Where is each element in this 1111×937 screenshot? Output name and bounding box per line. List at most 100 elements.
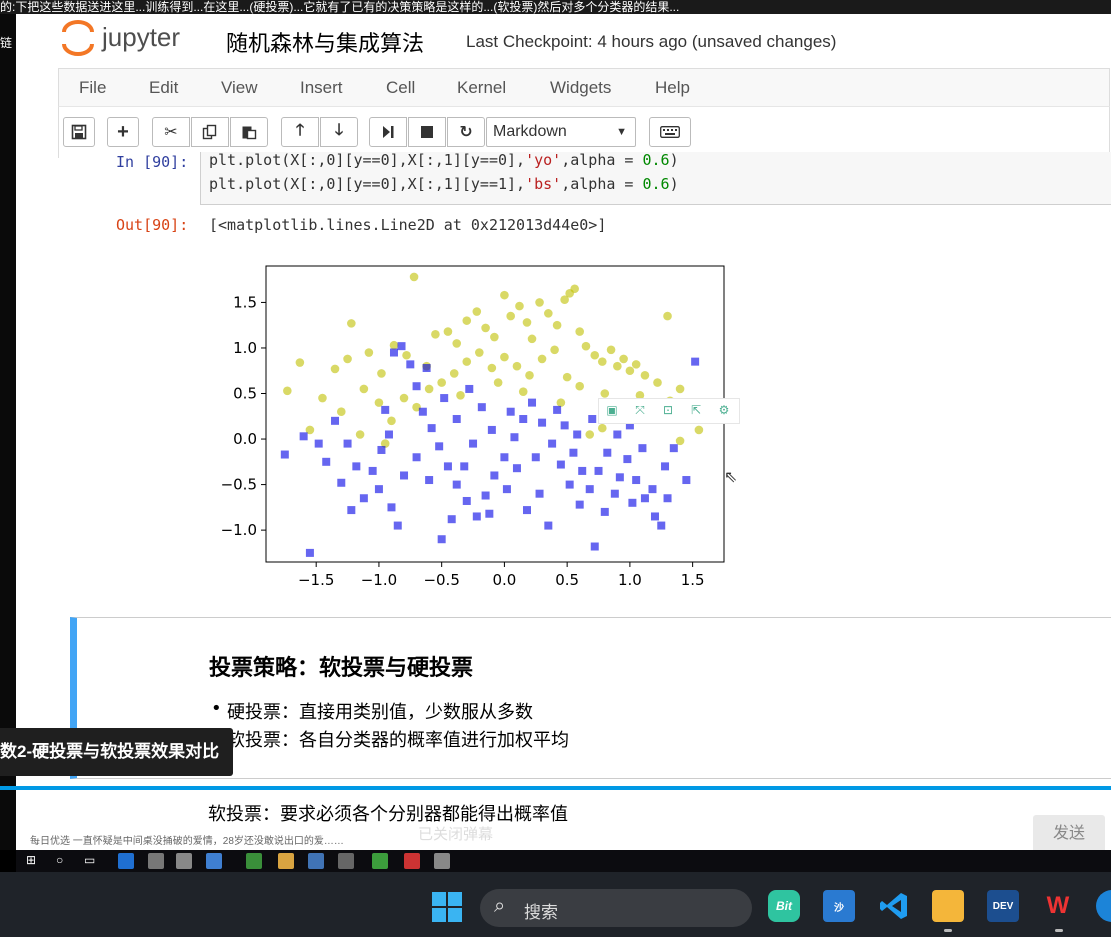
scatter-point-s0-71 bbox=[355, 430, 365, 439]
menu-kernel[interactable]: Kernel bbox=[457, 78, 506, 98]
windows-start-icon[interactable]: ⊞ bbox=[26, 853, 42, 869]
scatter-point-s1-81 bbox=[553, 405, 562, 414]
scatter-point-s1-20 bbox=[472, 512, 481, 521]
command-palette-button[interactable] bbox=[649, 117, 691, 147]
vscode-app-icon[interactable] bbox=[878, 890, 910, 922]
scatter-point-s0-19 bbox=[506, 311, 515, 321]
task-view-icon[interactable]: ▭ bbox=[84, 853, 100, 869]
menu-edit[interactable]: Edit bbox=[149, 78, 178, 98]
app-icon-4[interactable] bbox=[372, 853, 388, 869]
scatter-point-s1-28 bbox=[548, 439, 557, 448]
app-icon-1[interactable] bbox=[206, 853, 222, 869]
app-icon-3[interactable] bbox=[338, 853, 354, 869]
jupyter-logo[interactable]: jupyter bbox=[56, 18, 236, 58]
scatter-point-s0-28 bbox=[570, 284, 579, 294]
menu-help[interactable]: Help bbox=[655, 78, 690, 98]
run-button[interactable] bbox=[369, 117, 407, 147]
windows-start-icon[interactable] bbox=[432, 892, 462, 922]
save-icon[interactable]: ▣ bbox=[605, 403, 619, 417]
scatter-point-s1-41 bbox=[669, 444, 678, 453]
menu-file[interactable]: File bbox=[79, 78, 106, 98]
wps-app-icon[interactable]: W bbox=[1042, 890, 1074, 922]
input-prompt: In [90]: bbox=[116, 153, 189, 171]
scatter-point-s1-72 bbox=[381, 405, 390, 414]
scatter-point-s0-35 bbox=[619, 354, 628, 364]
send-button[interactable]: 发送 bbox=[1033, 815, 1105, 853]
shaolin-app-icon[interactable]: 沙 bbox=[823, 890, 855, 922]
os-taskbar: ⌕ 搜索 Bit 沙 DEV W bbox=[0, 872, 1111, 937]
bit-app-icon[interactable]: Bit bbox=[768, 890, 800, 922]
scatter-point-s0-24 bbox=[544, 309, 553, 318]
settings-icon[interactable]: ⚙ bbox=[717, 403, 731, 417]
app-icon-5[interactable] bbox=[404, 853, 420, 869]
scatter-point-s1-54 bbox=[487, 425, 496, 434]
screen: 链 的:下把这些数据送进这里...训练得到...在这里...(硬投票)...它就… bbox=[0, 0, 1111, 937]
app-icon-6[interactable] bbox=[434, 853, 450, 869]
menu-cell[interactable]: Cell bbox=[386, 78, 415, 98]
scatter-point-s1-51 bbox=[460, 462, 469, 471]
paste-icon bbox=[242, 126, 257, 140]
code-line-1: plt.plot(X[:,0][y==0],X[:,1][y==0],'yo',… bbox=[209, 151, 679, 169]
screenshot-icon[interactable]: ⊡ bbox=[661, 403, 675, 417]
taskbar-search-input[interactable]: ⌕ 搜索 bbox=[480, 889, 752, 927]
scatter-point-s0-63 bbox=[500, 352, 509, 362]
copy-icon bbox=[202, 124, 217, 140]
scatter-point-s0-78 bbox=[493, 378, 503, 387]
devcpp-app-icon[interactable]: DEV bbox=[987, 890, 1019, 922]
edge-app-icon[interactable] bbox=[1096, 890, 1111, 922]
menu-view[interactable]: View bbox=[221, 78, 258, 98]
video-progress-bar[interactable] bbox=[0, 786, 1111, 790]
scatter-point-s1-30 bbox=[565, 480, 574, 489]
save-icon bbox=[71, 124, 87, 140]
app-running-indicator bbox=[1055, 929, 1063, 932]
store-icon[interactable] bbox=[148, 853, 164, 869]
move-up-button[interactable]: 🡑 bbox=[281, 117, 319, 147]
scatter-point-s0-68 bbox=[562, 372, 572, 382]
interrupt-button[interactable] bbox=[408, 117, 446, 147]
scatter-point-s0-59 bbox=[449, 369, 459, 378]
menu-widgets[interactable]: Widgets bbox=[550, 78, 611, 98]
notebook-title[interactable]: 随机森林与集成算法 bbox=[226, 26, 424, 58]
cut-button[interactable]: ✂ bbox=[152, 117, 190, 147]
menu-insert[interactable]: Insert bbox=[300, 78, 343, 98]
scatter-point-s1-73 bbox=[393, 521, 402, 530]
folder-icon[interactable] bbox=[278, 853, 294, 869]
chart-toolbar: ▣ ⤧ ⊡ ⇱ ⚙ bbox=[598, 398, 740, 424]
scatter-point-s1-1 bbox=[280, 450, 289, 459]
search-circle-icon[interactable]: ○ bbox=[56, 853, 72, 869]
danmaku-settings-icon[interactable]: ⚙ bbox=[368, 823, 392, 843]
play-icon[interactable]: ▶ bbox=[36, 821, 54, 841]
danmaku-toggle-icon[interactable]: ▤ bbox=[320, 823, 344, 843]
scatter-point-s0-5 bbox=[343, 354, 352, 364]
scatter-point-s1-25 bbox=[519, 415, 528, 424]
code-cell: In [90]: plt.plot(X[:,0][y==0],X[:,1][y=… bbox=[16, 151, 1111, 618]
scatter-point-s0-17 bbox=[490, 332, 499, 342]
ie-icon[interactable] bbox=[118, 853, 134, 869]
code-editor[interactable]: plt.plot(X[:,0][y==0],X[:,1][y==0],'yo',… bbox=[200, 151, 1111, 205]
save-button[interactable] bbox=[63, 117, 95, 147]
cell-type-select[interactable]: Markdown ▼ bbox=[486, 117, 636, 147]
move-down-button[interactable]: 🡓 bbox=[320, 117, 358, 147]
scatter-point-s1-57 bbox=[522, 506, 531, 515]
app-icon-2[interactable] bbox=[308, 853, 324, 869]
scatter-point-s0-3 bbox=[283, 386, 292, 396]
scatter-point-s1-42 bbox=[682, 476, 691, 485]
copy-button[interactable] bbox=[191, 117, 229, 147]
chrome-icon[interactable] bbox=[246, 853, 262, 869]
mail-icon[interactable] bbox=[176, 853, 192, 869]
scatter-point-s1-31 bbox=[575, 500, 584, 509]
restart-button[interactable]: ↻ bbox=[447, 117, 485, 147]
insert-cell-button[interactable]: + bbox=[107, 117, 139, 147]
scatter-point-s0-53 bbox=[374, 398, 384, 407]
fullscreen-icon[interactable]: ⤧ bbox=[633, 403, 647, 417]
scatter-point-s1-17 bbox=[443, 462, 452, 471]
scatter-point-s1-64 bbox=[600, 507, 609, 516]
scatter-point-s1-53 bbox=[477, 403, 486, 412]
scissors-icon: ✂ bbox=[164, 124, 178, 141]
x-tick-label-5: 1.0 bbox=[618, 571, 642, 589]
dropdown-arrow-icon: ▼ bbox=[616, 126, 627, 138]
share-icon[interactable]: ⇱ bbox=[689, 403, 703, 417]
file-explorer-app-icon[interactable] bbox=[932, 890, 964, 922]
scatter-point-s0-6 bbox=[364, 348, 374, 357]
paste-button[interactable] bbox=[230, 117, 268, 147]
